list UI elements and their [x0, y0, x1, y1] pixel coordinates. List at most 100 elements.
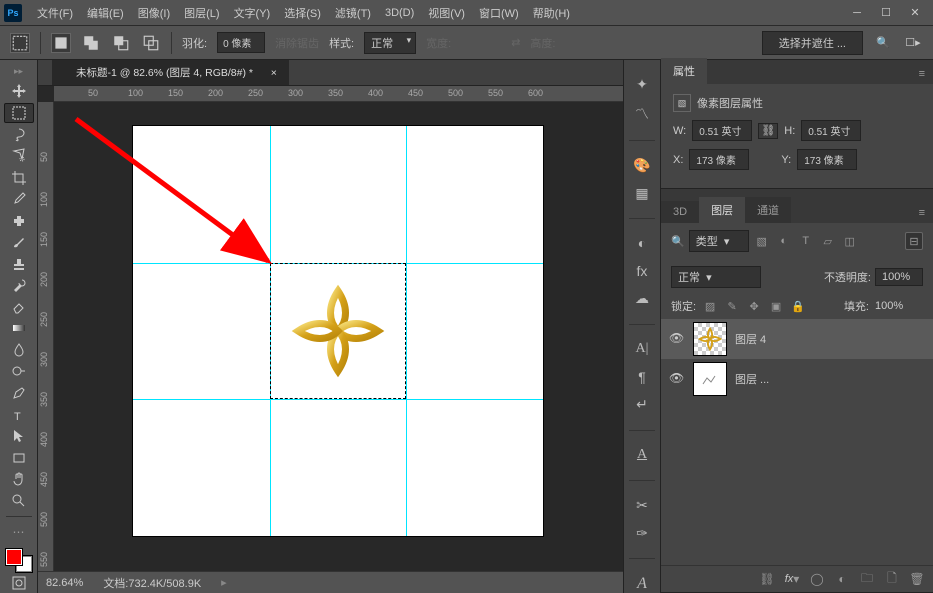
character-panel-icon[interactable]: A| — [630, 341, 654, 359]
ruler-horizontal[interactable]: 50 100 150 200 250 300 350 400 450 500 5… — [54, 86, 623, 102]
opacity-input[interactable]: 100% — [875, 268, 923, 286]
stamp-tool[interactable] — [4, 254, 34, 275]
rectangle-tool[interactable] — [4, 447, 34, 468]
filter-smart-icon[interactable]: ◫ — [841, 232, 859, 250]
styles-panel-icon[interactable]: fx — [630, 262, 654, 280]
adjustment-layer-icon[interactable]: ◐ — [834, 571, 850, 587]
minimize-button[interactable]: ─ — [843, 3, 871, 23]
paragraph-panel-icon[interactable]: ¶ — [630, 368, 654, 386]
selection-subtract-icon[interactable] — [111, 33, 131, 53]
layer-name[interactable]: 图层 4 — [735, 331, 766, 347]
type-panel-icon[interactable]: A — [630, 575, 654, 593]
layer-name[interactable]: 图层 ... — [735, 371, 769, 387]
menu-file[interactable]: 文件(F) — [30, 1, 80, 25]
navigator-panel-icon[interactable]: ✦ — [630, 76, 654, 94]
color-swatches[interactable] — [6, 549, 32, 571]
actions-panel-icon[interactable]: ✂ — [630, 497, 654, 515]
zoom-level[interactable]: 82.64% — [46, 577, 83, 589]
close-button[interactable]: ✕ — [901, 3, 929, 23]
select-and-mask-button[interactable]: 选择并遮住 ... — [762, 31, 863, 55]
ruler-vertical[interactable]: 50 100 150 200 250 300 350 400 450 500 5… — [38, 102, 54, 571]
fill-input[interactable]: 100% — [875, 300, 923, 312]
foreground-color[interactable] — [6, 549, 22, 565]
properties-tab[interactable]: 属性 — [661, 58, 707, 84]
adjustments-panel-icon[interactable]: ◐ — [630, 235, 654, 253]
layer-thumbnail[interactable] — [693, 322, 727, 356]
zoom-tool[interactable] — [4, 490, 34, 511]
tab-channels[interactable]: 通道 — [745, 197, 791, 223]
lasso-tool[interactable] — [4, 124, 34, 145]
layer-mask-icon[interactable]: ◯ — [809, 571, 825, 587]
swatches-panel-icon[interactable]: ▦ — [630, 184, 654, 202]
selection-add-icon[interactable] — [81, 33, 101, 53]
layer-row[interactable]: 👁 图层 4 — [661, 319, 933, 359]
layer-thumbnail[interactable] — [693, 362, 727, 396]
quick-mask-icon[interactable] — [4, 573, 34, 593]
histogram-panel-icon[interactable]: 〽 — [630, 104, 654, 124]
blur-tool[interactable] — [4, 340, 34, 361]
visibility-icon[interactable]: 👁 — [669, 331, 685, 347]
maximize-button[interactable]: ☐ — [872, 3, 900, 23]
workspace-switcher-icon[interactable]: ☐▸ — [903, 33, 923, 53]
gradient-tool[interactable] — [4, 318, 34, 339]
menu-edit[interactable]: 编辑(E) — [80, 1, 131, 25]
quick-select-tool[interactable] — [4, 146, 34, 167]
menu-view[interactable]: 视图(V) — [421, 1, 472, 25]
path-select-tool[interactable] — [4, 426, 34, 447]
link-wh-icon[interactable]: ⛓ — [758, 123, 778, 139]
filter-shape-icon[interactable]: ▱ — [819, 232, 837, 250]
menu-filter[interactable]: 滤镜(T) — [328, 1, 378, 25]
group-icon[interactable]: 🗀 — [859, 571, 875, 587]
tab-layers[interactable]: 图层 — [699, 197, 745, 223]
filter-adjust-icon[interactable]: ◐ — [775, 232, 793, 250]
feather-input[interactable]: 0 像素 — [217, 32, 265, 53]
menu-select[interactable]: 选择(S) — [277, 1, 328, 25]
history-brush-tool[interactable] — [4, 275, 34, 296]
type-tool[interactable]: T — [4, 404, 34, 425]
panel-menu-icon[interactable]: ≡ — [911, 203, 933, 223]
tool-preset-icon[interactable] — [10, 33, 30, 53]
style-dropdown[interactable]: 正常 — [364, 32, 416, 54]
layer-row[interactable]: 👁 图层 ... — [661, 359, 933, 399]
selection-intersect-icon[interactable] — [141, 33, 161, 53]
document-tab[interactable]: 未标题-1 @ 82.6% (图层 4, RGB/8#) * × — [52, 60, 289, 85]
libraries-panel-icon[interactable]: ☁ — [630, 290, 654, 308]
menu-window[interactable]: 窗口(W) — [472, 1, 526, 25]
menu-help[interactable]: 帮助(H) — [526, 1, 577, 25]
menu-layer[interactable]: 图层(L) — [177, 1, 226, 25]
dodge-tool[interactable] — [4, 361, 34, 382]
x-input[interactable]: 173 像素 — [689, 149, 749, 170]
edit-toolbar-icon[interactable]: ⋯ — [4, 522, 34, 543]
char-styles-panel-icon[interactable]: A — [630, 446, 654, 464]
height-input[interactable]: 0.51 英寸 — [801, 120, 861, 141]
y-input[interactable]: 173 像素 — [797, 149, 857, 170]
guide-horizontal[interactable] — [133, 399, 543, 400]
lock-all-icon[interactable]: 🔒 — [790, 298, 806, 314]
lock-artboard-icon[interactable]: ▣ — [768, 298, 784, 314]
brush-tool[interactable] — [4, 232, 34, 253]
search-icon[interactable]: 🔍 — [873, 33, 893, 53]
move-tool[interactable] — [4, 81, 34, 102]
lock-transparency-icon[interactable]: ▨ — [702, 298, 718, 314]
marquee-tool[interactable] — [4, 103, 34, 124]
hand-tool[interactable] — [4, 469, 34, 490]
selection-new-icon[interactable] — [51, 33, 71, 53]
delete-layer-icon[interactable]: 🗑 — [909, 571, 925, 587]
healing-tool[interactable] — [4, 210, 34, 231]
lock-position-icon[interactable]: ✥ — [746, 298, 762, 314]
layer-style-icon[interactable]: fx▾ — [784, 571, 800, 587]
filter-pixel-icon[interactable]: ▧ — [753, 232, 771, 250]
panel-menu-icon[interactable]: ≡ — [911, 64, 933, 84]
eraser-tool[interactable] — [4, 297, 34, 318]
visibility-icon[interactable]: 👁 — [669, 371, 685, 387]
filter-type-icon[interactable]: T — [797, 232, 815, 250]
blend-mode-dropdown[interactable]: 正常 ▾ — [671, 266, 761, 288]
filter-toggle-icon[interactable]: ⊟ — [905, 232, 923, 250]
crop-tool[interactable] — [4, 167, 34, 188]
menu-3d[interactable]: 3D(D) — [378, 3, 421, 23]
layer-filter-dropdown[interactable]: 类型 ▾ — [689, 230, 749, 252]
paths-panel-icon[interactable]: ✑ — [630, 525, 654, 543]
color-panel-icon[interactable]: 🎨 — [630, 156, 654, 174]
menu-image[interactable]: 图像(I) — [131, 1, 177, 25]
lock-pixels-icon[interactable]: ✎ — [724, 298, 740, 314]
